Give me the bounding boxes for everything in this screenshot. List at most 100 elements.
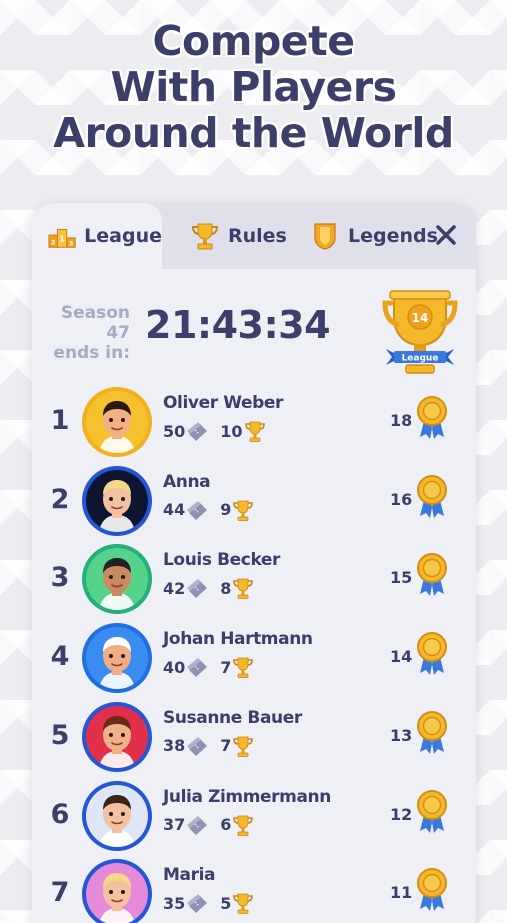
trophy-icon [233,578,254,600]
player-score: 18 [390,411,413,430]
close-icon[interactable] [432,221,460,249]
player-trophies: 7 [220,736,232,756]
tab-league-label: League [84,225,162,247]
season-number: Season 47 [60,303,130,343]
player-rank: 4 [50,641,70,673]
headline-line-2: With Players [110,63,397,111]
avatar-face-icon [99,873,135,923]
tab-legends-label: Legends [348,225,438,247]
player-score: 12 [390,804,413,824]
ticket-icon [187,815,208,835]
avatar-face-icon [99,479,135,532]
headline-line-1: Compete [152,17,355,65]
svg-text:3: 3 [69,239,74,247]
player-tickets: 38 [163,736,186,756]
player-avatar[interactable] [82,465,152,536]
headline-line-3: Around the World [53,109,454,157]
leaderboard-row[interactable]: 2 Anna 44 9 16 [32,464,476,542]
tab-bar: 1 2 3 League Rules Legends [32,203,476,269]
player-name: Maria [163,865,216,886]
trophy-icon [233,893,254,915]
tab-league[interactable]: 1 2 3 League [32,203,162,269]
player-score: 15 [390,568,413,588]
player-rank: 2 [50,483,70,515]
player-name: Julia Zimmermann [163,786,331,807]
player-stats: 50 10 [163,419,266,443]
trophy-icon [233,657,254,678]
player-name: Johan Hartmann [163,629,313,650]
season-ends-in: ends in: [53,343,130,363]
player-trophies: 7 [220,657,232,677]
trophy-icon [233,500,254,521]
player-avatar[interactable] [82,544,152,615]
trophy-icon [244,421,265,442]
player-trophies: 5 [220,893,232,913]
ticket-icon [187,894,208,914]
avatar-face-icon [99,637,135,690]
leaderboard-row[interactable]: 1 Oliver Weber 50 10 18 [32,385,476,463]
player-trophies: 6 [220,815,232,834]
player-trophies: 9 [220,500,232,520]
medal-icon [417,632,447,676]
avatar-face-icon [99,794,135,847]
avatar-face-icon [99,715,135,768]
player-avatar[interactable] [82,387,152,457]
player-score: 11 [390,883,413,903]
headline: Compete With Players Around the World [0,18,507,156]
league-cup-ribbon: League [402,354,439,364]
player-tickets: 37 [163,815,186,834]
player-trophies: 8 [220,578,232,598]
legend-badge-icon [314,223,336,250]
player-name: Anna [163,471,211,492]
player-score: 13 [390,725,413,745]
player-stats: 44 9 [163,498,254,522]
player-stats: 40 7 [163,655,254,679]
medal-icon [417,868,447,912]
leaderboard-row[interactable]: 5 Susanne Bauer 38 7 13 [32,700,476,778]
svg-text:1: 1 [59,235,64,244]
player-score: 14 [390,647,413,667]
avatar-face-icon [99,558,135,611]
player-avatar[interactable] [82,780,152,851]
ticket-icon [187,422,208,441]
player-avatar[interactable] [82,623,152,694]
medal-icon [417,396,447,439]
player-tickets: 40 [163,657,186,677]
ticket-icon [187,736,208,756]
tab-rules[interactable]: Rules [190,203,287,269]
medal-icon [417,553,447,597]
player-tickets: 50 [163,421,186,441]
player-tickets: 44 [163,500,186,520]
leaderboard-row[interactable]: 4 Johan Hartmann 40 7 14 [32,621,476,699]
player-rank: 1 [50,405,70,436]
ticket-icon [187,658,208,678]
player-avatar[interactable] [82,701,152,772]
ticket-icon [187,579,208,599]
league-cup-number: 14 [412,311,429,325]
leaderboard-row[interactable]: 6 Julia Zimmermann 37 6 12 [32,779,476,857]
svg-text:2: 2 [51,238,56,246]
trophy-icon [233,736,254,757]
leaderboard-row[interactable]: 7 Maria 35 5 11 [32,857,476,923]
player-score: 16 [390,489,413,509]
season-timer: 21:43:34 [145,303,331,347]
player-rank: 5 [50,719,70,751]
medal-icon [417,474,447,518]
player-tickets: 42 [163,578,186,598]
trophy-icon [233,815,254,836]
leaderboard-row[interactable]: 3 Louis Becker 42 8 15 [32,542,476,620]
player-tickets: 35 [163,893,186,913]
medal-icon [417,789,447,833]
player-name: Oliver Weber [163,393,283,413]
player-name: Susanne Bauer [163,707,302,728]
tab-legends[interactable]: Legends [310,203,438,269]
league-cup-icon: 14 League [382,290,458,374]
league-panel: 1 2 3 League Rules Legends Season 47 end… [32,203,476,923]
player-avatar[interactable] [82,859,152,923]
season-label: Season 47 ends in: [44,303,130,363]
avatar-face-icon [99,401,135,453]
trophy-icon [191,223,219,250]
player-stats: 38 7 [163,734,254,758]
podium-icon: 1 2 3 [48,228,76,248]
medal-icon [417,710,447,754]
